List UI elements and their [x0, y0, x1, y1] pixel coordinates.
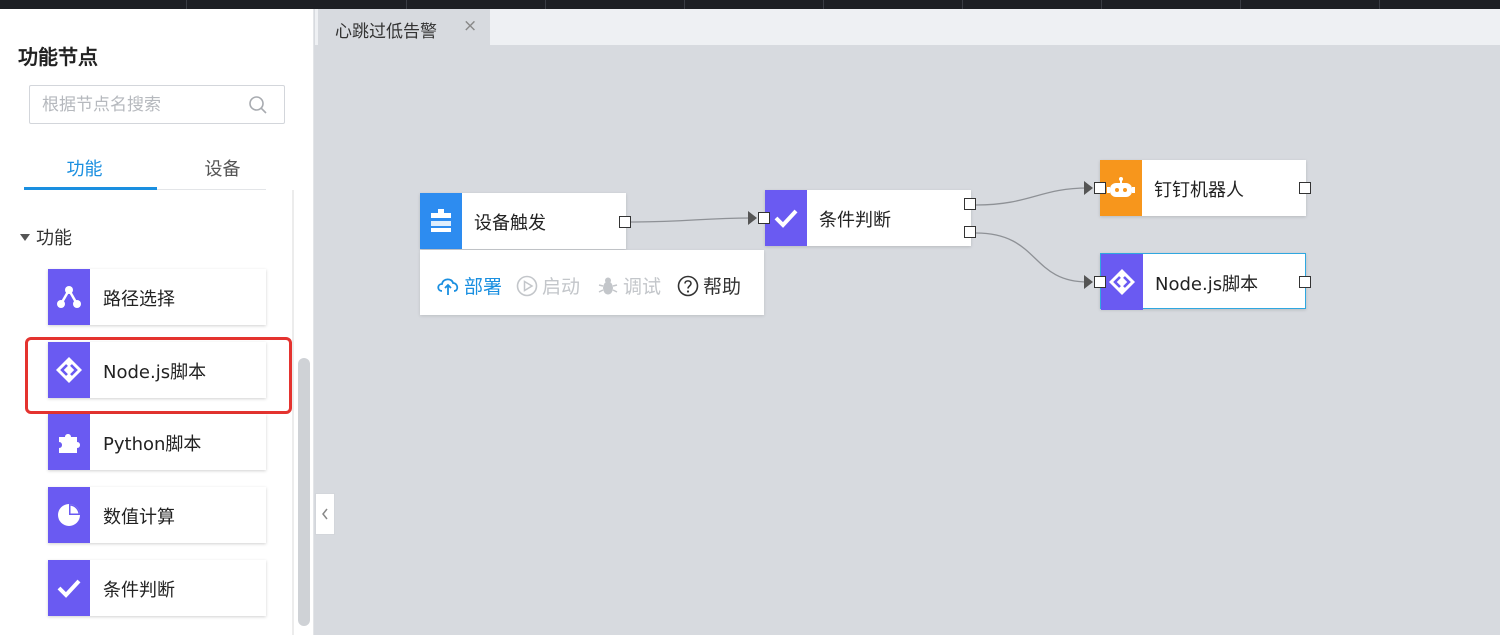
node-action-toolbar: 部署 启动 调试 帮助	[420, 250, 764, 315]
red-highlight-box	[25, 337, 292, 414]
output-port[interactable]	[1299, 182, 1311, 194]
help-label: 帮助	[703, 276, 742, 298]
flow-node-label: Node.js脚本	[1155, 274, 1259, 295]
cloud-upload-icon	[437, 277, 459, 295]
scrollbar-thumb[interactable]	[298, 358, 310, 626]
flow-node-nodejs-script[interactable]: Node.js脚本	[1100, 253, 1306, 310]
help-button[interactable]: 帮助	[677, 272, 741, 299]
tab-functions[interactable]: 功能	[24, 155, 145, 181]
output-port-true[interactable]	[964, 198, 976, 210]
palette-item-condition[interactable]: 条件判断	[48, 560, 266, 616]
bug-icon	[598, 277, 618, 294]
deploy-button[interactable]: 部署	[436, 272, 502, 299]
collapse-triangle-icon	[20, 233, 30, 241]
section-functions-header[interactable]: 功能	[20, 224, 72, 250]
deploy-label: 部署	[464, 276, 503, 298]
palette-item-label: 条件判断	[103, 580, 175, 601]
flow-node-device-trigger[interactable]: 设备触发	[420, 193, 626, 249]
search-icon[interactable]	[248, 95, 268, 115]
palette-item-label: 路径选择	[103, 289, 175, 310]
robot-icon	[1100, 160, 1142, 216]
flow-node-dingtalk-robot[interactable]: 钉钉机器人	[1100, 160, 1306, 216]
flow-node-condition[interactable]: 条件判断	[765, 190, 971, 246]
close-icon[interactable]: ×	[463, 16, 477, 36]
flow-node-label: 条件判断	[819, 210, 891, 231]
palette-item-label: Python脚本	[103, 434, 202, 455]
node-palette-sidebar: 功能节点 功能 设备 功能 路径选择	[0, 9, 314, 635]
play-circle-icon	[516, 275, 538, 296]
help-circle-icon	[677, 275, 699, 296]
input-port[interactable]	[1094, 276, 1106, 288]
output-port-false[interactable]	[964, 226, 976, 238]
pie-icon	[48, 487, 90, 543]
palette-tabs: 功能 设备	[24, 147, 266, 190]
device-trigger-icon	[420, 193, 462, 249]
top-app-bar	[0, 0, 1500, 9]
debug-label: 调试	[623, 276, 662, 298]
sidebar-title: 功能节点	[18, 45, 98, 69]
section-label: 功能	[36, 228, 72, 249]
editor-tab-bar: 心跳过低告警 ×	[315, 9, 1500, 45]
route-icon	[48, 269, 90, 325]
tab-devices[interactable]: 设备	[162, 155, 283, 181]
code-icon	[1101, 254, 1143, 310]
start-label: 启动	[542, 276, 581, 298]
chevron-left-icon	[322, 508, 328, 520]
output-port[interactable]	[619, 216, 631, 228]
input-port[interactable]	[758, 212, 770, 224]
debug-button[interactable]: 调试	[597, 272, 661, 299]
doc-tab-active[interactable]: 心跳过低告警 ×	[318, 9, 490, 45]
palette-item-python-script[interactable]: Python脚本	[48, 414, 266, 470]
flow-node-label: 钉钉机器人	[1154, 180, 1244, 201]
palette-item-numeric-calc[interactable]: 数值计算	[48, 487, 266, 543]
palette-item-label: 数值计算	[103, 507, 175, 528]
flow-node-label: 设备触发	[474, 213, 546, 234]
puzzle-icon	[48, 414, 90, 470]
scrollbar-track	[292, 190, 294, 635]
start-button[interactable]: 启动	[516, 272, 580, 299]
collapse-sidebar-button[interactable]	[315, 493, 335, 535]
check-icon	[48, 560, 90, 616]
check-icon	[765, 190, 807, 246]
active-tab-indicator	[24, 187, 157, 190]
doc-tab-title: 心跳过低告警	[335, 22, 437, 42]
palette-item-route-select[interactable]: 路径选择	[48, 269, 266, 325]
node-search-box[interactable]	[29, 85, 285, 124]
node-search-input[interactable]	[42, 94, 242, 116]
input-port[interactable]	[1094, 182, 1106, 194]
output-port[interactable]	[1299, 276, 1311, 288]
